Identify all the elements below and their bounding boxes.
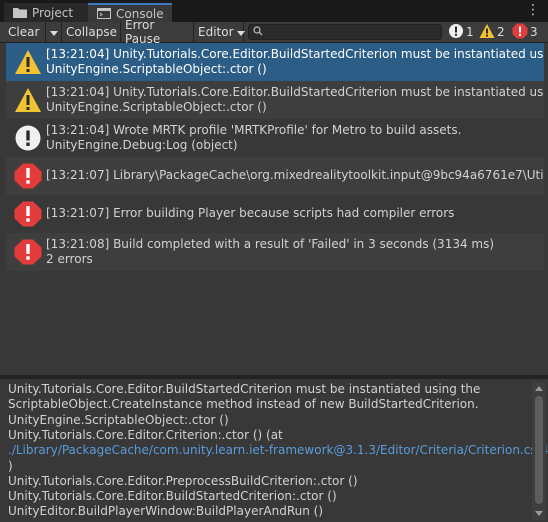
info-count: 1 xyxy=(466,25,474,39)
error-pause-toggle[interactable]: Error Pause xyxy=(121,18,194,46)
console-window: Project Console ⋮ Clear Collapse Error P… xyxy=(0,0,548,522)
clear-button-label: Clear xyxy=(8,25,40,39)
info-icon xyxy=(448,23,464,42)
folder-icon xyxy=(12,6,28,20)
warning-count: 2 xyxy=(497,25,505,39)
stack-trace-line: ScriptableObject.CreateInstance method i… xyxy=(8,397,479,411)
tab-project-label: Project xyxy=(32,5,74,20)
stack-trace-line: Unity.Tutorials.Core.Editor.BuildStarted… xyxy=(8,382,481,396)
stack-trace-panel: Unity.Tutorials.Core.Editor.BuildStarted… xyxy=(0,379,548,522)
warning-icon xyxy=(479,23,495,42)
log-list: [13:21:04] Unity.Tutorials.Core.Editor.B… xyxy=(6,43,544,368)
log-entry[interactable]: [13:21:07] Error building Player because… xyxy=(6,195,544,233)
log-entry-message: [13:21:07] Library\PackageCache\org.mixe… xyxy=(46,168,544,182)
warning-count-toggle[interactable]: 2 xyxy=(479,23,505,41)
log-entry-message: [13:21:08] Build completed with a result… xyxy=(46,237,495,251)
error-pause-label: Error Pause xyxy=(125,18,161,46)
collapse-toggle[interactable]: Collapse xyxy=(62,22,121,42)
editor-target-dropdown[interactable]: Editor xyxy=(194,22,245,42)
console-icon xyxy=(96,7,112,21)
tab-bar: Project Console ⋮ xyxy=(0,0,548,22)
clear-options-dropdown[interactable] xyxy=(46,22,62,42)
stack-trace-line: ) xyxy=(8,459,13,473)
info-count-toggle[interactable]: 1 xyxy=(448,23,474,41)
warning-icon xyxy=(14,49,42,75)
warning-icon xyxy=(14,87,42,113)
scroll-up-arrow-icon[interactable] xyxy=(535,386,543,391)
log-entry-stack: UnityEngine.Debug:Log (object) xyxy=(46,138,238,152)
tab-project[interactable]: Project xyxy=(4,3,88,22)
info-icon xyxy=(14,125,42,151)
error-icon xyxy=(14,201,42,227)
search-input[interactable] xyxy=(263,25,427,39)
editor-dropdown-label: Editor xyxy=(198,25,234,39)
log-entry[interactable]: [13:21:04] Unity.Tutorials.Core.Editor.B… xyxy=(6,43,544,81)
search-icon xyxy=(253,25,263,39)
log-entry-stack: 2 errors xyxy=(46,252,93,266)
error-count: 3 xyxy=(530,25,538,39)
error-icon xyxy=(512,23,528,42)
stack-trace-line: UnityEngine.ScriptableObject:.ctor () xyxy=(8,413,229,427)
log-entry[interactable]: [13:21:04] Wrote MRTK profile 'MRTKProfi… xyxy=(6,119,544,157)
clear-button[interactable]: Clear xyxy=(5,22,46,42)
error-icon xyxy=(14,163,42,189)
log-entry-stack: UnityEngine.ScriptableObject:.ctor () xyxy=(46,100,267,114)
log-entry-message: [13:21:04] Unity.Tutorials.Core.Editor.B… xyxy=(46,47,544,61)
stack-trace-line: UnityEditor.BuildPlayerWindow:BuildPlaye… xyxy=(8,504,324,518)
stack-trace-line: Unity.Tutorials.Core.Editor.PreprocessBu… xyxy=(8,474,358,488)
search-field[interactable] xyxy=(248,24,442,40)
chevron-down-icon xyxy=(49,25,58,39)
stack-trace-source-link[interactable]: ./Library/PackageCache/com.unity.learn.i… xyxy=(8,443,548,458)
stack-trace-line: Unity.Tutorials.Core.Editor.Criterion:.c… xyxy=(8,428,283,442)
log-entry[interactable]: [13:21:07] Library\PackageCache\org.mixe… xyxy=(6,157,544,195)
scrollbar-thumb[interactable] xyxy=(535,396,543,504)
collapse-label: Collapse xyxy=(66,25,117,39)
log-entry-message: [13:21:04] Wrote MRTK profile 'MRTKProfi… xyxy=(46,123,462,137)
log-entry-message: [13:21:07] Error building Player because… xyxy=(46,206,455,220)
scroll-down-arrow-icon[interactable] xyxy=(535,511,543,516)
log-entry[interactable]: [13:21:04] Unity.Tutorials.Core.Editor.B… xyxy=(6,81,544,119)
log-entry[interactable]: [13:21:08] Build completed with a result… xyxy=(6,233,544,271)
stack-trace-line: Unity.Tutorials.Core.Editor.BuildStarted… xyxy=(8,489,337,503)
log-entry-stack: UnityEngine.ScriptableObject:.ctor () xyxy=(46,62,267,76)
stack-trace-scrollbar[interactable] xyxy=(532,382,546,520)
more-options-icon[interactable]: ⋮ xyxy=(526,2,540,18)
console-toolbar: Clear Collapse Error Pause Editor 1 2 3 xyxy=(0,18,548,46)
error-icon xyxy=(14,239,42,265)
log-entry-message: [13:21:04] Unity.Tutorials.Core.Editor.B… xyxy=(46,85,544,99)
error-count-toggle[interactable]: 3 xyxy=(512,23,538,41)
chevron-down-icon xyxy=(236,25,245,39)
